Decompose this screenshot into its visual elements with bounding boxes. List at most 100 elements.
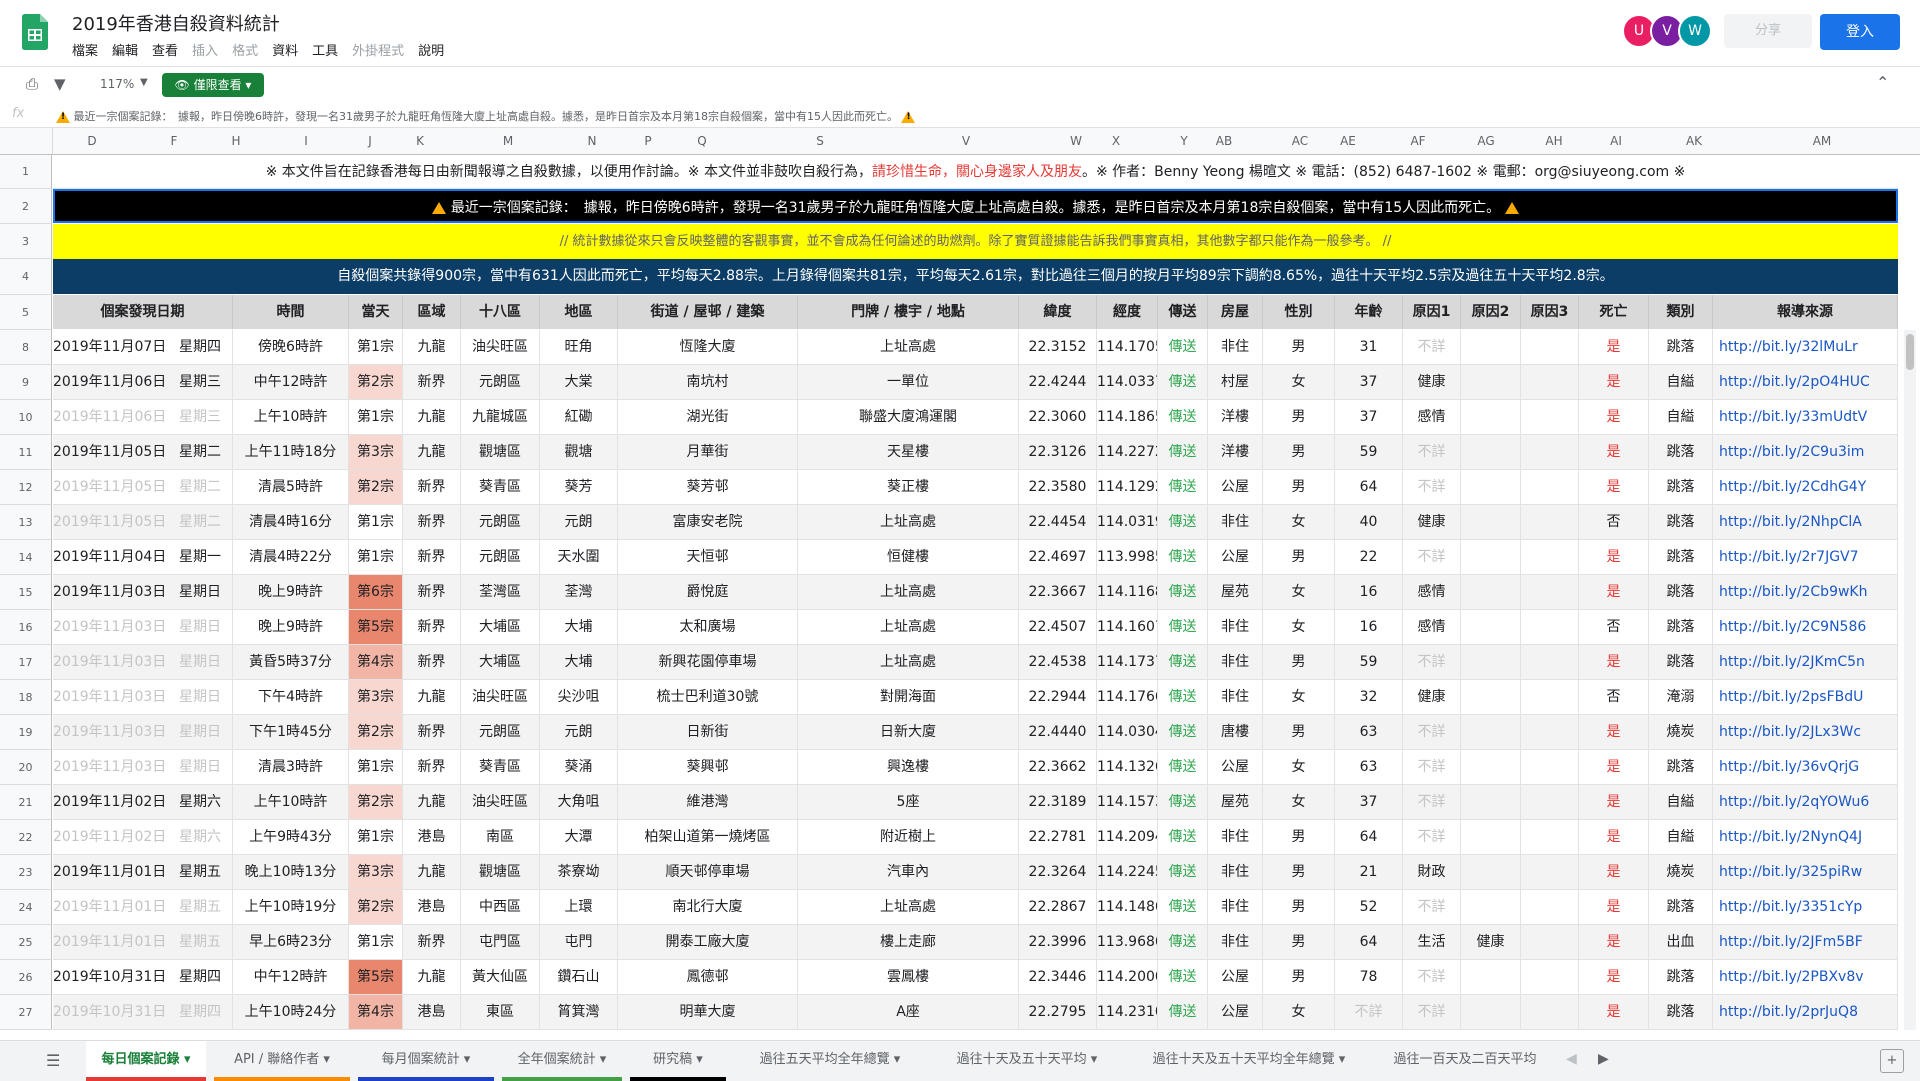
cell-src[interactable]: http://bit.ly/2CdhG4Y [1713,470,1898,504]
column-header[interactable]: W [1056,128,1096,154]
row-number[interactable]: 8 [0,330,52,365]
row-number[interactable]: 14 [0,540,52,575]
latest-case-banner[interactable]: 最近一宗個案記錄： 據報，昨日傍晚6時許，發現一名31歲男子於九龍旺角恆隆大廈上… [53,189,1898,223]
sheet-tab[interactable]: 研究稿 ▾ [630,1041,726,1081]
row-number[interactable]: 23 [0,855,52,890]
column-title[interactable]: 性別 [1263,295,1335,329]
row-number[interactable]: 3 [0,224,52,259]
disclaimer-banner[interactable]: // 統計數據從來只會反映整體的客觀事實，並不會成為任何論述的助燃劑。除了實質證… [53,224,1898,259]
scroll-right-icon[interactable]: ▶ [1598,1051,1609,1067]
column-title[interactable]: 年齡 [1335,295,1403,329]
table-row[interactable]: 2019年11月03日 星期日 晚上9時許 第5宗 新界 大埔區 大埔 太和廣場 上址高處 22.… [53,610,1898,645]
column-title[interactable]: 原因3 [1521,295,1579,329]
cell-src[interactable]: http://bit.ly/2pO4HUC [1713,365,1898,399]
column-header[interactable]: AM [1802,128,1842,154]
column-header[interactable]: AK [1674,128,1714,154]
table-row[interactable]: 2019年10月31日 星期四 上午10時24分 第4宗 港島 東區 筲箕灣 明華大廈 A座 22… [53,995,1898,1030]
chevron-down-icon[interactable]: ▼ [140,77,148,88]
column-title[interactable]: 街道 / 屋邨 / 建築 [618,295,798,329]
cell-src[interactable]: http://bit.ly/32lMuLr [1713,330,1898,364]
row-number[interactable]: 17 [0,645,52,680]
row-number[interactable]: 19 [0,715,52,750]
table-row[interactable]: 2019年11月01日 星期五 早上6時23分 第1宗 新界 屯門區 屯門 開泰工廠大廈 樓上走… [53,925,1898,960]
chevron-up-icon[interactable]: ⌃ [1876,73,1889,92]
table-row[interactable]: 2019年11月03日 星期日 下午1時45分 第2宗 新界 元朗區 元朗 日新街 日新大廈 22… [53,715,1898,750]
row-number[interactable]: 22 [0,820,52,855]
row-number[interactable]: 2 [0,189,52,224]
row-number[interactable]: 20 [0,750,52,785]
table-row[interactable]: 2019年10月31日 星期四 中午12時許 第5宗 九龍 黃大仙區 鑽石山 鳳德邨 雲鳳樓 22… [53,960,1898,995]
table-row[interactable]: 2019年11月06日 星期三 上午10時許 第1宗 九龍 九龍城區 紅磡 湖光街 聯盛大廈鴻運… [53,400,1898,435]
cell-src[interactable]: http://bit.ly/2r7JGV7 [1713,540,1898,574]
row-number[interactable]: 21 [0,785,52,820]
column-title[interactable]: 報導來源 [1713,295,1898,329]
column-header[interactable]: I [286,128,326,154]
table-row[interactable]: 2019年11月05日 星期二 清晨5時許 第2宗 新界 葵青區 葵芳 葵芳邨 葵正樓 22.35… [53,470,1898,505]
menu-item[interactable]: 插入 [192,40,218,59]
cell-src[interactable]: http://bit.ly/2JLx3Wc [1713,715,1898,749]
column-title[interactable]: 類別 [1649,295,1713,329]
column-header[interactable]: D [72,128,112,154]
row-number[interactable]: 16 [0,610,52,645]
table-row[interactable]: 2019年11月04日 星期一 清晨4時22分 第1宗 新界 元朗區 天水圍 天恒邨 恒健樓 22… [53,540,1898,575]
column-header[interactable]: AF [1398,128,1438,154]
view-only-button[interactable]: 👁 僅限查看 ▾ [162,73,264,97]
menu-item[interactable]: 工具 [312,40,338,59]
vertical-scrollbar[interactable] [1904,330,1916,1030]
cell-src[interactable]: http://bit.ly/2C9N586 [1713,610,1898,644]
cell-src[interactable]: http://bit.ly/36vQrjG [1713,750,1898,784]
scroll-left-icon[interactable]: ◀ [1566,1051,1577,1067]
row-number[interactable]: 11 [0,435,52,470]
column-header[interactable]: S [800,128,840,154]
share-button[interactable]: 分享 [1724,14,1812,48]
row-number[interactable]: 27 [0,995,52,1030]
column-title[interactable]: 十八區 [461,295,540,329]
document-title[interactable]: 2019年香港自殺資料統計 [72,10,280,36]
formula-content[interactable]: 最近一宗個案記錄： 據報，昨日傍晚6時許，發現一名31歲男子於九龍旺角恆隆大廈上… [56,108,916,124]
column-header[interactable]: M [488,128,528,154]
sheet-tab[interactable]: 每月個案統計 ▾ [358,1041,494,1081]
menu-item[interactable]: 說明 [418,40,444,59]
sheet-tab[interactable]: 過往一百天及二百天平均 [1380,1041,1550,1081]
column-header[interactable]: K [400,128,440,154]
cell-src[interactable]: http://bit.ly/2JKmC5n [1713,645,1898,679]
row-number[interactable]: 18 [0,680,52,715]
zoom-select[interactable]: 117% [100,77,134,91]
column-title[interactable]: 緯度 [1019,295,1097,329]
column-header[interactable]: Y [1164,128,1204,154]
row-number[interactable]: 13 [0,505,52,540]
column-header[interactable]: AI [1596,128,1636,154]
column-title[interactable]: 死亡 [1579,295,1649,329]
row-number[interactable]: 26 [0,960,52,995]
table-row[interactable]: 2019年11月01日 星期五 晚上10時13分 第3宗 九龍 觀塘區 茶寮坳 順天邨停車場汽… [53,855,1898,890]
login-button[interactable]: 登入 [1820,14,1900,50]
row-number[interactable]: 12 [0,470,52,505]
column-title[interactable]: 傳送 [1158,295,1208,329]
column-header[interactable]: N [572,128,612,154]
column-header[interactable]: P [628,128,668,154]
row-number[interactable]: 1 [0,155,52,189]
menu-item[interactable]: 資料 [272,40,298,59]
cell-src[interactable]: http://bit.ly/33mUdtV [1713,400,1898,434]
column-title[interactable]: 房屋 [1208,295,1263,329]
cell-src[interactable]: http://bit.ly/2prJuQ8 [1713,995,1898,1029]
sheet-tab[interactable]: 過往十天及五十天平均 ▾ [934,1041,1120,1081]
summary-banner[interactable]: 自殺個案共錄得900宗，當中有631人因此而死亡，平均每天2.88宗。上月錄得個… [53,259,1898,294]
row-number[interactable]: 24 [0,890,52,925]
row-number[interactable]: 4 [0,259,52,295]
column-title[interactable]: 原因2 [1461,295,1521,329]
row-number[interactable]: 9 [0,365,52,400]
column-header[interactable]: F [154,128,194,154]
cell-src[interactable]: http://bit.ly/325piRw [1713,855,1898,889]
column-header[interactable]: Q [682,128,722,154]
cell-src[interactable]: http://bit.ly/2NhpClA [1713,505,1898,539]
cell-src[interactable]: http://bit.ly/3351cYp [1713,890,1898,924]
cell-src[interactable]: http://bit.ly/2JFm5BF [1713,925,1898,959]
column-header[interactable]: J [350,128,390,154]
cell-src[interactable]: http://bit.ly/2NynQ4J [1713,820,1898,854]
print-icon[interactable]: ⎙ [26,75,38,93]
column-header[interactable]: AG [1466,128,1506,154]
row-number[interactable]: 15 [0,575,52,610]
table-row[interactable]: 2019年11月01日 星期五 上午10時19分 第2宗 港島 中西區 上環 南北行大廈 上址高… [53,890,1898,925]
table-row[interactable]: 2019年11月03日 星期日 黃昏5時37分 第4宗 新界 大埔區 大埔 新興花園停車場 上址… [53,645,1898,680]
